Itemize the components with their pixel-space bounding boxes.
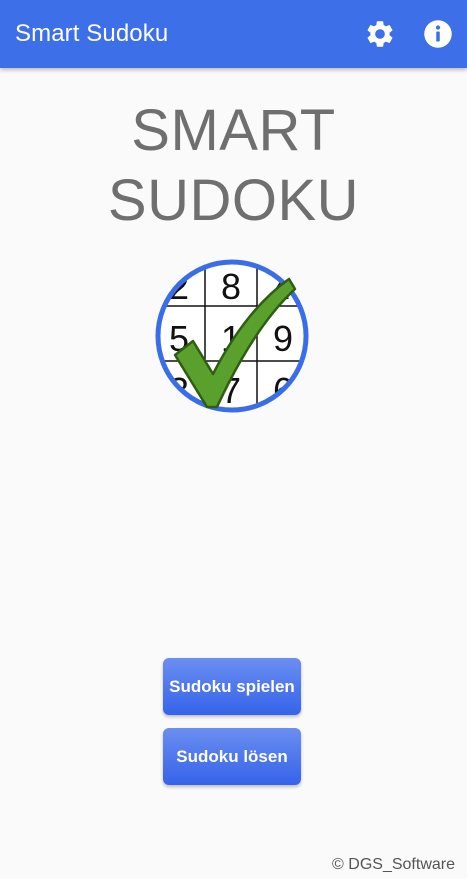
solve-sudoku-button[interactable]: Sudoku lösen — [163, 728, 301, 785]
grid-digit: 9 — [273, 318, 293, 359]
settings-button[interactable] — [363, 17, 397, 51]
app-title: Smart Sudoku — [15, 20, 169, 47]
info-button[interactable] — [421, 17, 455, 51]
play-sudoku-button[interactable]: Sudoku spielen — [163, 658, 301, 715]
info-icon — [424, 20, 452, 48]
app-screen: Smart Sudoku SMART SUDOKU 2 8 5 1 9 3 7 … — [0, 0, 467, 879]
hero-title-line2: SUDOKU — [107, 168, 360, 233]
app-bar: Smart Sudoku — [0, 0, 467, 68]
grid-digit: 8 — [221, 266, 241, 307]
gear-icon — [367, 21, 393, 47]
sudoku-logo: 2 8 4 5 1 9 3 7 6 — [155, 259, 309, 413]
copyright-text: © DGS_Software — [332, 856, 455, 873]
hero-title-line1: SMART — [131, 98, 336, 163]
